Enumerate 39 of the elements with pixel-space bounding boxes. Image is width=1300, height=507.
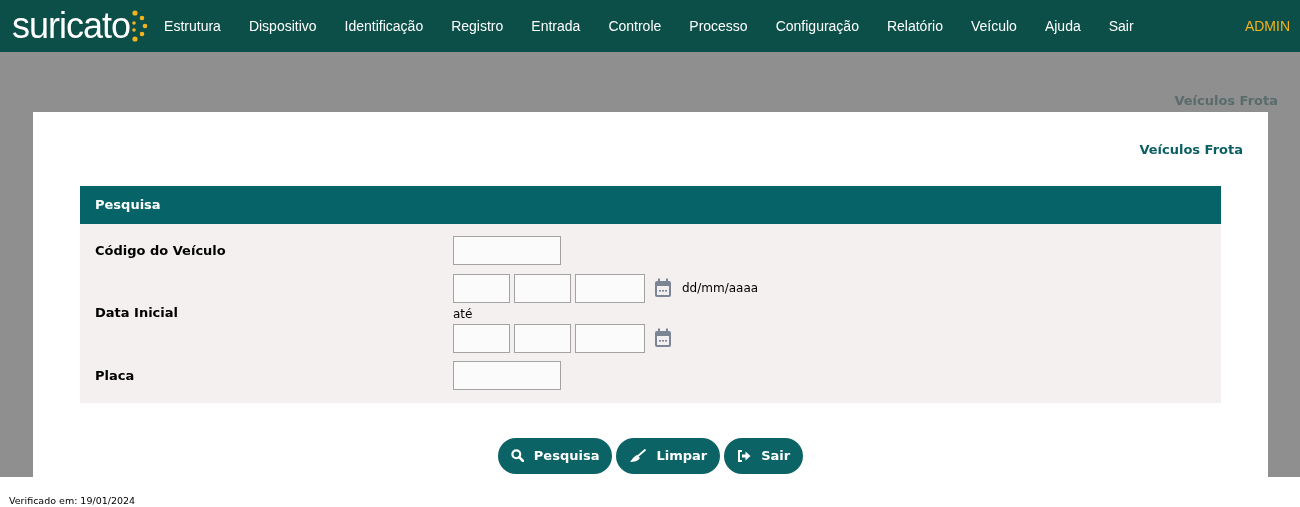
menu-item[interactable]: Estrutura [164, 15, 221, 37]
page-title: Veículos Frota [1139, 141, 1243, 159]
menu-item[interactable]: Identificação [344, 15, 424, 37]
input-field[interactable] [575, 273, 645, 303]
calendar-icon[interactable] [654, 278, 672, 298]
input-field[interactable] [514, 323, 571, 353]
logo-text: suricato [12, 8, 131, 44]
field-label: Código do Veículo [94, 241, 227, 260]
input-field[interactable] [453, 361, 561, 390]
menu-item[interactable]: Processo [689, 15, 748, 37]
calendar-icon[interactable] [654, 328, 672, 348]
menu-item[interactable]: Controle [608, 15, 662, 37]
menu-item[interactable]: Entrada [531, 15, 581, 37]
input-field[interactable] [453, 323, 510, 353]
action-button[interactable]: Sair [724, 437, 804, 474]
menu-item[interactable]: Ajuda [1044, 15, 1081, 37]
menu-item[interactable]: Registro [451, 15, 504, 37]
input-field[interactable] [575, 323, 645, 353]
user-link[interactable]: ADMIN [1244, 15, 1290, 37]
menu-item[interactable]: Dispositivo [248, 15, 317, 37]
verified-date: Verificado em: 19/01/2024 [9, 495, 136, 506]
range-separator: até [453, 305, 474, 323]
field-label: Data Inicial [94, 304, 179, 323]
logo-dots-icon [130, 9, 149, 43]
menu-item[interactable]: Sair [1108, 15, 1134, 37]
form-header: Pesquisa [80, 185, 1221, 224]
menu-item[interactable]: Configuração [775, 15, 859, 37]
input-field[interactable] [453, 236, 561, 265]
action-button[interactable]: Limpar [616, 437, 721, 474]
field-label: Placa [94, 366, 136, 385]
menu-item[interactable]: Relatório [886, 15, 943, 37]
search-icon [510, 449, 524, 462]
menu-item[interactable]: Veículo [970, 15, 1017, 37]
date-format-hint: dd/mm/aaaa [682, 280, 759, 297]
input-field[interactable] [453, 273, 510, 303]
exit-icon [737, 449, 752, 462]
input-field[interactable] [514, 273, 571, 303]
action-button[interactable]: Pesquisa [497, 437, 613, 474]
broom-icon [629, 448, 647, 463]
